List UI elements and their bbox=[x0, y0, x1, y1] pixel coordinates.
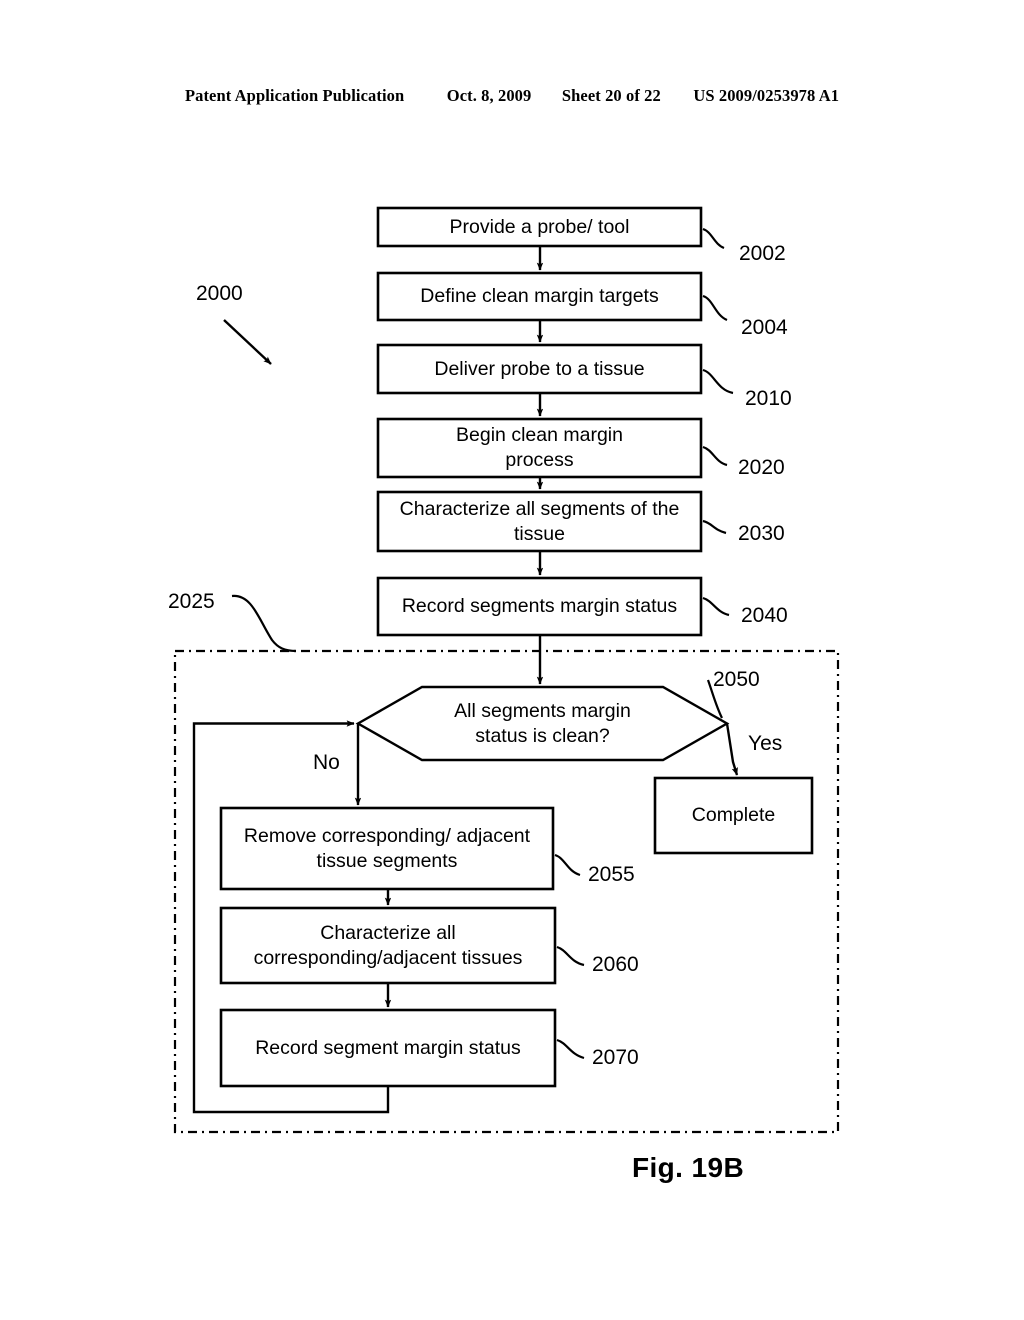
ref-numeral-2040: 2040 bbox=[741, 604, 788, 627]
ref-numeral-2060: 2060 bbox=[592, 953, 639, 976]
pointer-arrow-2000 bbox=[223, 319, 272, 365]
ref-numeral-2004: 2004 bbox=[741, 316, 788, 339]
leader-2060 bbox=[556, 945, 585, 967]
figure-19b bbox=[0, 0, 1024, 1320]
node-box-2030 bbox=[376, 490, 703, 553]
ref-numeral-2025: 2025 bbox=[168, 590, 215, 613]
leader-2002 bbox=[702, 227, 725, 250]
flowchart-svg bbox=[173, 206, 840, 1134]
edge-2050-complete-yes bbox=[725, 723, 739, 776]
leader-2040 bbox=[702, 596, 730, 617]
node-box-2002 bbox=[376, 206, 703, 248]
patent-page: Patent Application Publication Oct. 8, 2… bbox=[0, 0, 1024, 1320]
ref-numeral-2030: 2030 bbox=[738, 522, 785, 545]
leader-2025 bbox=[231, 594, 297, 653]
node-box-complete bbox=[653, 776, 814, 855]
node-box-2040 bbox=[376, 576, 703, 637]
ref-numeral-2010: 2010 bbox=[745, 387, 792, 410]
node-box-2055 bbox=[219, 806, 555, 891]
node-box-2060 bbox=[219, 906, 557, 985]
ref-numeral-2002: 2002 bbox=[739, 242, 786, 265]
ref-numeral-2020: 2020 bbox=[738, 456, 785, 479]
ref-numeral-2055: 2055 bbox=[588, 863, 635, 886]
node-box-2020 bbox=[376, 417, 703, 479]
leader-2055 bbox=[554, 853, 581, 877]
ref-numeral-2000: 2000 bbox=[196, 282, 243, 305]
node-box-2010 bbox=[376, 343, 703, 395]
ref-numeral-2050: 2050 bbox=[713, 668, 760, 691]
leader-2070 bbox=[556, 1038, 585, 1060]
node-box-2070 bbox=[219, 1008, 557, 1088]
node-box-2004 bbox=[376, 271, 703, 322]
leader-2004 bbox=[702, 294, 728, 322]
leader-2030 bbox=[702, 519, 727, 535]
figure-caption: Fig. 19B bbox=[632, 1152, 745, 1183]
leader-2020 bbox=[702, 445, 728, 467]
leader-2010 bbox=[702, 368, 734, 395]
node-decision-2050 bbox=[355, 685, 730, 762]
branch-label-no: No bbox=[313, 751, 340, 774]
branch-label-yes: Yes bbox=[748, 732, 783, 755]
ref-numeral-2070: 2070 bbox=[592, 1046, 639, 1069]
